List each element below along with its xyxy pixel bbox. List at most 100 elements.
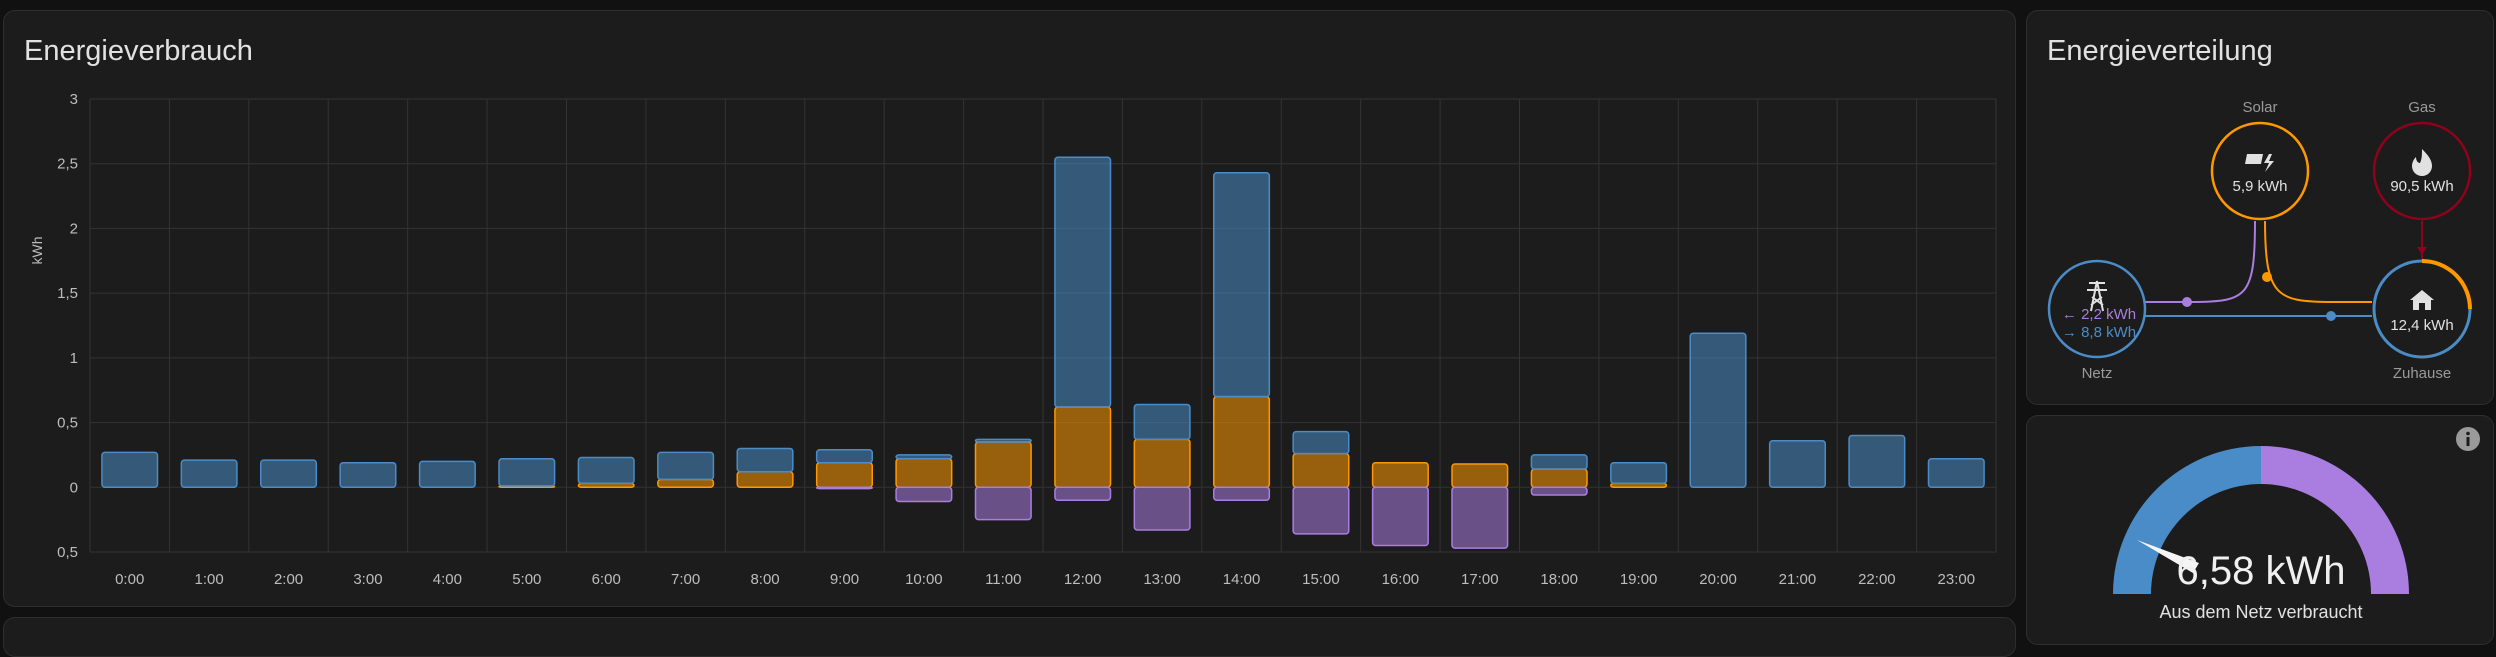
bar-grid_consumption: [418, 460, 476, 489]
x-tick-label: 0:00: [115, 571, 144, 588]
grid-consumption-gauge-card: 6,58 kWh Aus dem Netz verbraucht: [2026, 415, 2494, 645]
bar-solar: [1212, 395, 1271, 489]
bar-grid_consumption: [1689, 332, 1747, 489]
gauge-value: 6,58 kWh: [2177, 549, 2346, 593]
bar-grid_consumption: [1212, 172, 1271, 398]
bar-grid_consumption: [1530, 454, 1588, 470]
energy-usage-card: Energieverbrauch 3 2,5 2 1,5 1 0,5 0 0,5 kWh 0:00…: [3, 10, 2016, 607]
bar-grid_return: [815, 486, 874, 490]
y-tick-label: 3: [70, 91, 78, 108]
bar-grid_return: [1530, 486, 1588, 496]
bar-grid_consumption: [815, 449, 874, 464]
bar-solar: [1292, 452, 1350, 489]
home-icon: [2410, 290, 2434, 310]
x-tick-label: 2:00: [274, 571, 303, 588]
x-tick-label: 18:00: [1540, 571, 1578, 588]
x-tick-label: 22:00: [1858, 571, 1896, 588]
bar-solar: [895, 458, 953, 489]
bar-grid_consumption: [974, 438, 1032, 443]
x-tick-label: 7:00: [671, 571, 700, 588]
solar-to-home-flow: [2264, 220, 2372, 303]
bar-solar: [657, 478, 715, 489]
grid-node[interactable]: ← 2,2 kWh → 8,8 kWh Netz: [2047, 259, 2147, 382]
bar-solar: [1054, 406, 1112, 489]
bar-grid_consumption: [895, 454, 953, 460]
bar-solar: [974, 441, 1032, 489]
x-tick-label: 23:00: [1938, 571, 1976, 588]
grid-label: Netz: [2082, 365, 2113, 382]
x-tick-label: 6:00: [592, 571, 621, 588]
bar-grid_consumption: [1848, 434, 1906, 489]
bar-solar: [1133, 438, 1191, 489]
y-tick-label: 2,5: [57, 156, 78, 173]
bar-grid_consumption: [1768, 439, 1827, 489]
bar-grid_consumption: [1133, 403, 1191, 441]
bar-solar: [1530, 468, 1588, 489]
bar-grid_consumption: [180, 459, 238, 489]
solar-to-grid-flow: [2145, 220, 2256, 303]
x-tick-label: 5:00: [512, 571, 541, 588]
x-tick-label: 1:00: [195, 571, 224, 588]
x-tick-label: 11:00: [985, 571, 1021, 588]
bar-grid_return: [1451, 486, 1509, 549]
bar-grid_return: [1054, 486, 1112, 501]
bar-grid_consumption: [259, 459, 318, 489]
bar-solar: [1371, 461, 1429, 489]
bar-grid_consumption: [498, 458, 556, 487]
y-axis-label: kWh: [29, 237, 45, 265]
y-tick-label: 2: [70, 220, 78, 237]
x-tick-label: 15:00: [1302, 571, 1340, 588]
solar-label: Solar: [2242, 99, 2277, 116]
gas-value: 90,5 kWh: [2390, 178, 2453, 195]
bar-grid_consumption: [1610, 461, 1668, 485]
bar-grid_return: [1371, 486, 1429, 547]
bar-grid_return: [1292, 486, 1350, 535]
x-tick-label: 14:00: [1223, 571, 1261, 588]
bar-solar: [736, 471, 794, 489]
bar-grid_consumption: [657, 451, 715, 481]
x-tick-label: 17:00: [1461, 571, 1499, 588]
bar-grid_consumption: [1927, 458, 1985, 489]
y-tick-label: 1,5: [57, 285, 78, 302]
solar-node[interactable]: Solar 5,9 kWh: [2210, 99, 2310, 221]
x-tick-label: 8:00: [750, 571, 779, 588]
home-node[interactable]: 12,4 kWh Zuhause: [2372, 259, 2472, 382]
bar-grid_consumption: [101, 451, 159, 489]
bar-solar: [815, 461, 874, 489]
bar-grid_consumption: [1054, 156, 1112, 408]
x-tick-label: 10:00: [905, 571, 943, 588]
energy-distribution-card: Energieverteilung Solar 5,9 kWh Gas 90,5…: [2026, 10, 2494, 405]
flame-icon: [2412, 149, 2432, 176]
x-tick-label: 12:00: [1064, 571, 1102, 588]
y-tick-label: 1: [70, 350, 78, 367]
bar-grid_consumption: [736, 447, 794, 473]
bar-grid_return: [1133, 486, 1191, 531]
x-tick-label: 13:00: [1143, 571, 1181, 588]
gauge-label: Aus dem Netz verbraucht: [2159, 602, 2362, 622]
solar-value: 5,9 kWh: [2232, 178, 2287, 195]
bar-grid_return: [895, 486, 953, 503]
gas-node[interactable]: Gas 90,5 kWh: [2372, 99, 2472, 221]
x-tick-label: 19:00: [1620, 571, 1658, 588]
x-tick-label: 4:00: [433, 571, 462, 588]
grid-return-value: ← 2,2 kWh: [2062, 306, 2136, 323]
x-tick-label: 3:00: [353, 571, 382, 588]
x-tick-label: 20:00: [1699, 571, 1737, 588]
home-label: Zuhause: [2393, 365, 2451, 382]
bar-grid_return: [974, 486, 1032, 521]
bar-grid_return: [1212, 486, 1271, 501]
grid-consume-value: → 8,8 kWh: [2062, 324, 2136, 341]
home-value: 12,4 kWh: [2390, 317, 2453, 334]
energy-usage-chart[interactable]: 3 2,5 2 1,5 1 0,5 0 0,5 kWh 0:00 1:00 2:00 3:00 4:00 5…: [4, 11, 2014, 608]
bar-grid_consumption: [339, 461, 397, 489]
gas-label: Gas: [2408, 99, 2436, 116]
bar-solar: [1451, 463, 1509, 489]
solar-panel-icon: [2245, 154, 2274, 172]
x-tick-label: 21:00: [1779, 571, 1817, 588]
bar-grid_consumption: [1292, 430, 1350, 455]
x-tick-label: 9:00: [830, 571, 859, 588]
y-tick-label: 0,5: [57, 544, 78, 561]
next-card: [3, 617, 2016, 657]
x-tick-label: 16:00: [1382, 571, 1420, 588]
y-tick-label: 0,5: [57, 415, 78, 432]
